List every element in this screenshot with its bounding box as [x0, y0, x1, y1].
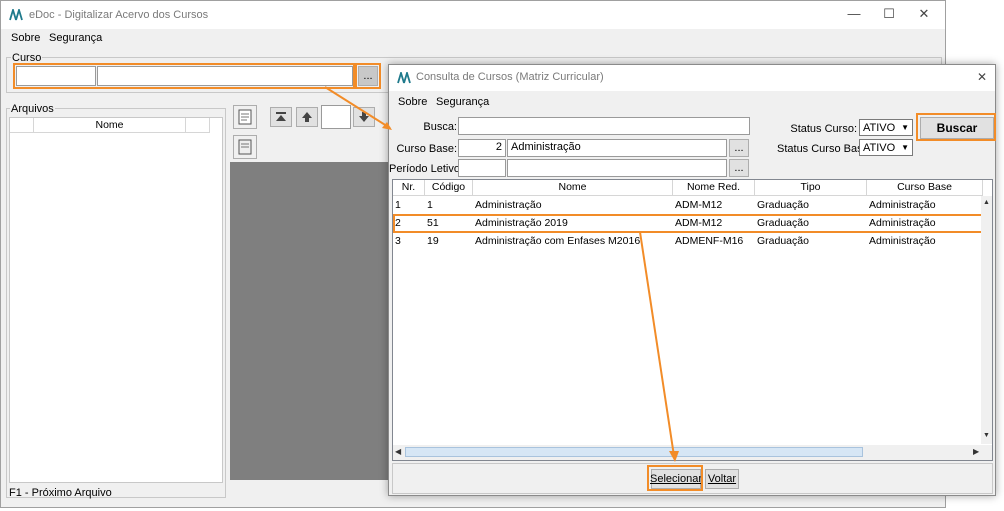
arrow-to-dialog: [324, 86, 391, 129]
arrow-head-selecionar: [669, 451, 679, 462]
arrow-to-selecionar: [639, 231, 675, 457]
annotation-arrows: [324, 86, 679, 462]
